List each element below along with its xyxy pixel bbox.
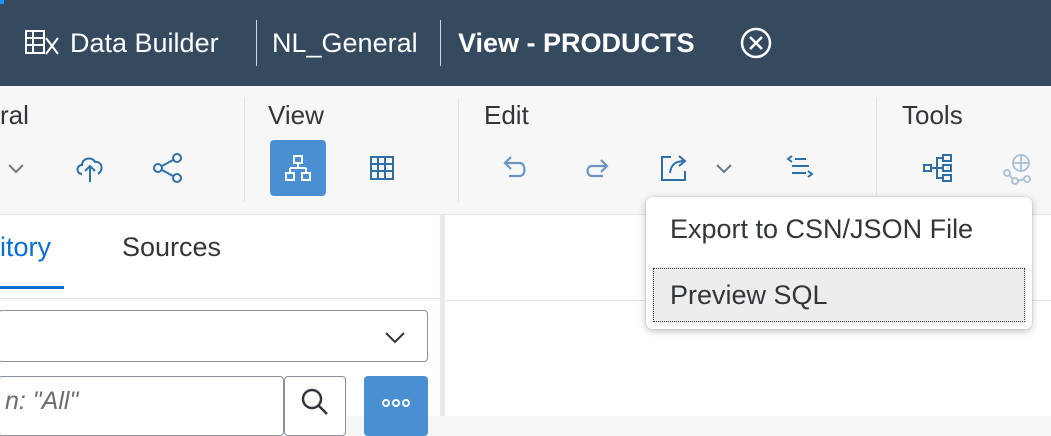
close-view-button[interactable] [738, 24, 774, 62]
toolbar-separator [458, 98, 459, 202]
header-separator [440, 20, 441, 66]
toolbar-group-edit-label: Edit [484, 100, 529, 130]
redo-button[interactable] [568, 140, 624, 196]
indent-list-icon [786, 155, 814, 178]
more-options-button[interactable] [364, 376, 428, 436]
toolbar-group-view-label: View [268, 100, 324, 130]
space-name-label: NL_General [272, 27, 418, 58]
network-button[interactable] [990, 140, 1046, 196]
hierarchy-icon [285, 155, 311, 181]
chevron-down-icon [8, 164, 24, 174]
table-grid-icon [370, 156, 394, 180]
table-view-button[interactable] [354, 140, 410, 196]
menu-item-preview-sql[interactable]: Preview SQL [652, 267, 1026, 323]
redo-icon [586, 159, 609, 178]
view-title: View - PRODUCTS [458, 24, 695, 62]
search-placeholder: n: "All" [5, 387, 79, 415]
filter-dropdown[interactable] [0, 310, 428, 362]
export-button[interactable] [646, 140, 702, 196]
deploy-button[interactable] [62, 140, 118, 196]
close-circle-icon [740, 27, 772, 59]
menu-item-label: Export to CSN/JSON File [670, 213, 974, 244]
app-title-group[interactable]: Data Builder [24, 24, 219, 62]
search-input[interactable]: n: "All" [0, 376, 284, 436]
toolbar-group-general-label: ral [0, 100, 29, 130]
impact-lineage-icon [923, 154, 952, 182]
data-builder-icon [25, 30, 59, 55]
toolbar-group-tools-label: Tools [902, 100, 963, 130]
export-dropdown-button[interactable] [696, 140, 752, 196]
general-dropdown-button[interactable] [0, 140, 44, 196]
undo-icon [503, 156, 526, 178]
toolbar-separator [876, 98, 877, 202]
chevron-down-icon [716, 164, 732, 174]
selected-tab-indicator [0, 286, 64, 289]
graphical-view-button[interactable] [270, 140, 326, 196]
menu-item-export-csn-json[interactable]: Export to CSN/JSON File [652, 201, 1026, 257]
network-icon [1003, 154, 1031, 185]
toolbar-separator [244, 98, 245, 202]
view-title-label: View - PRODUCTS [458, 27, 695, 58]
menu-item-label: Preview SQL [670, 279, 828, 310]
space-name[interactable]: NL_General [272, 24, 418, 62]
export-menu: Export to CSN/JSON File Preview SQL [646, 197, 1032, 329]
tab-sources[interactable]: Sources [122, 232, 221, 263]
chevron-down-icon [385, 332, 405, 344]
cloud-upload-icon [76, 157, 103, 182]
more-dots-icon [382, 399, 410, 407]
undo-button[interactable] [488, 140, 544, 196]
indent-list-button[interactable] [772, 140, 828, 196]
tab-bar-border [0, 298, 440, 299]
impact-lineage-button[interactable] [910, 140, 966, 196]
shell-header: Data Builder NL_General View - PRODUCTS [0, 0, 1051, 86]
app-title: Data Builder [70, 27, 219, 58]
tab-repository[interactable]: itory [0, 232, 51, 263]
search-icon [301, 388, 328, 415]
share-icon [153, 153, 182, 183]
header-accent [0, 0, 4, 4]
header-separator [256, 20, 257, 66]
export-icon [661, 155, 687, 181]
search-button[interactable] [284, 376, 346, 436]
share-button[interactable] [140, 140, 196, 196]
